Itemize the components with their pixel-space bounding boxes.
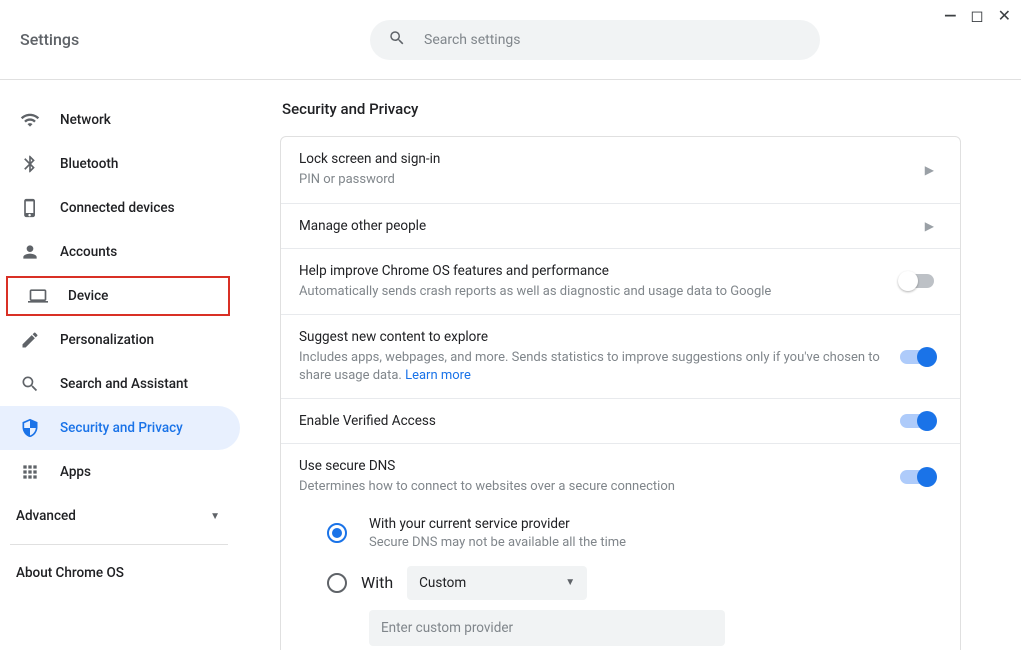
dns-custom-input[interactable] [369, 610, 725, 646]
sidebar-about[interactable]: About Chrome OS [0, 551, 240, 595]
sidebar-item-label: Accounts [60, 244, 117, 260]
window-maximize-button[interactable]: ◻ [970, 6, 983, 25]
sidebar-item-label: Search and Assistant [60, 376, 188, 392]
option-with-label: With [361, 573, 393, 592]
dns-provider-select[interactable]: Custom ▼ [407, 566, 587, 600]
row-lock-screen[interactable]: Lock screen and sign-in PIN or password … [281, 137, 960, 203]
apps-icon [20, 462, 40, 482]
pencil-icon [20, 330, 40, 350]
row-title: Manage other people [299, 218, 905, 234]
radio-current-provider[interactable] [327, 523, 347, 543]
sidebar-item-personalization[interactable]: Personalization [0, 318, 240, 362]
window-minimize-button[interactable]: — [944, 6, 956, 25]
radio-custom[interactable] [327, 573, 347, 593]
sidebar-item-search-assistant[interactable]: Search and Assistant [0, 362, 240, 406]
search-input[interactable] [424, 32, 802, 48]
chevron-right-icon: ▶ [925, 163, 934, 177]
row-subtitle: Automatically sends crash reports as wel… [299, 283, 880, 301]
dns-options: With your current service provider Secur… [281, 510, 960, 650]
option-subtitle: Secure DNS may not be available all the … [369, 535, 626, 550]
chevron-down-icon: ▼ [210, 511, 220, 522]
chevron-right-icon: ▶ [925, 219, 934, 233]
search-box[interactable] [370, 20, 820, 60]
row-subtitle: Includes apps, webpages, and more. Sends… [299, 349, 880, 384]
sidebar-advanced[interactable]: Advanced ▼ [0, 494, 240, 538]
toggle-verified-access[interactable] [900, 414, 934, 428]
row-title: Suggest new content to explore [299, 329, 880, 345]
sidebar-item-label: Bluetooth [60, 156, 118, 172]
app-title: Settings [20, 30, 370, 49]
sidebar-item-label: Device [68, 288, 108, 304]
row-title: Enable Verified Access [299, 413, 880, 429]
search-icon [388, 29, 406, 51]
row-suggest-content: Suggest new content to explore Includes … [281, 314, 960, 398]
wifi-icon [20, 110, 40, 130]
row-secure-dns: Use secure DNS Determines how to connect… [281, 443, 960, 510]
toggle-secure-dns[interactable] [900, 470, 934, 484]
row-subtitle: PIN or password [299, 171, 905, 189]
sidebar: Network Bluetooth Connected devices Acco… [0, 80, 240, 650]
laptop-icon [28, 286, 48, 306]
sidebar-item-bluetooth[interactable]: Bluetooth [0, 142, 240, 186]
search-icon [20, 374, 40, 394]
row-title: Lock screen and sign-in [299, 151, 905, 167]
sidebar-item-accounts[interactable]: Accounts [0, 230, 240, 274]
header: Settings [0, 0, 1021, 80]
window-close-button[interactable]: ✕ [998, 6, 1011, 25]
row-help-improve: Help improve Chrome OS features and perf… [281, 248, 960, 315]
row-manage-people[interactable]: Manage other people ▶ [281, 203, 960, 248]
sidebar-item-label: Apps [60, 464, 91, 480]
select-value: Custom [419, 575, 466, 591]
section-title: Security and Privacy [280, 100, 961, 118]
sidebar-item-device[interactable]: Device [8, 278, 228, 314]
window-controls: — ◻ ✕ [944, 6, 1011, 25]
device-highlight-box: Device [6, 276, 230, 316]
row-title: Use secure DNS [299, 458, 880, 474]
content: Security and Privacy Lock screen and sig… [240, 80, 1021, 650]
sidebar-item-apps[interactable]: Apps [0, 450, 240, 494]
sidebar-item-network[interactable]: Network [0, 98, 240, 142]
sidebar-item-connected-devices[interactable]: Connected devices [0, 186, 240, 230]
sidebar-item-label: Connected devices [60, 200, 175, 216]
toggle-help-improve[interactable] [900, 274, 934, 288]
sidebar-item-label: Network [60, 112, 111, 128]
row-subtitle: Determines how to connect to websites ov… [299, 478, 880, 496]
learn-more-link[interactable]: Learn more [405, 368, 471, 383]
phone-icon [20, 198, 40, 218]
sidebar-item-label: Security and Privacy [60, 420, 183, 436]
toggle-suggest-content[interactable] [900, 350, 934, 364]
row-verified-access: Enable Verified Access [281, 398, 960, 443]
dns-option-custom[interactable]: With Custom ▼ [327, 566, 934, 600]
chevron-down-icon: ▼ [565, 577, 575, 588]
sidebar-item-label: Personalization [60, 332, 154, 348]
sidebar-divider [10, 544, 228, 545]
person-icon [20, 242, 40, 262]
row-title: Help improve Chrome OS features and perf… [299, 263, 880, 279]
bluetooth-icon [20, 154, 40, 174]
settings-card: Lock screen and sign-in PIN or password … [280, 136, 961, 650]
sidebar-item-security-privacy[interactable]: Security and Privacy [0, 406, 240, 450]
option-title: With your current service provider [369, 516, 626, 532]
shield-icon [20, 418, 40, 438]
dns-option-current-provider[interactable]: With your current service provider Secur… [327, 516, 934, 550]
advanced-label: Advanced [16, 508, 76, 524]
